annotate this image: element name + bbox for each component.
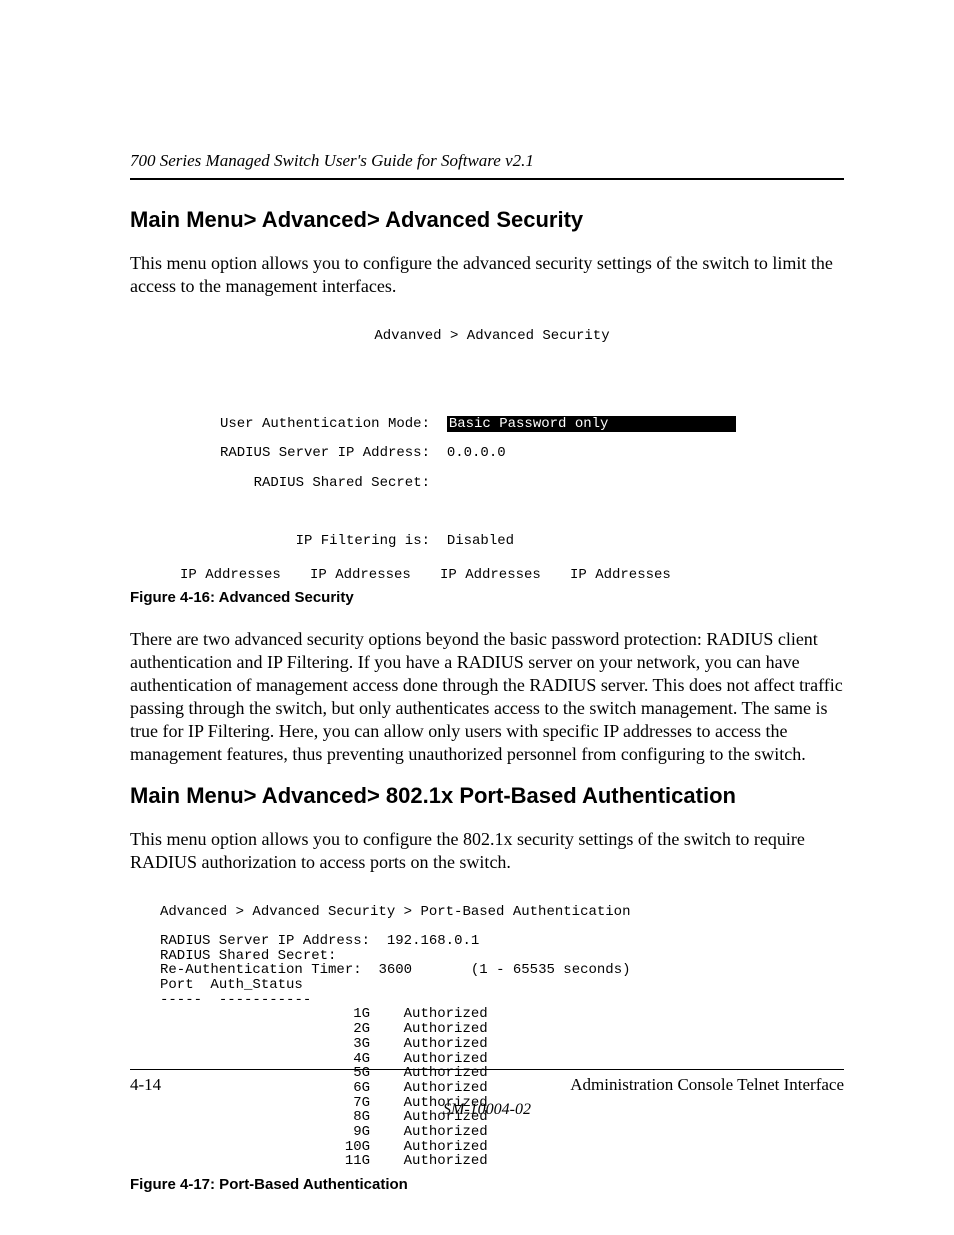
- footer-right-text: Administration Console Telnet Interface: [570, 1074, 844, 1096]
- doc-number: SM-10004-02: [130, 1100, 844, 1120]
- radius-secret-label-2: RADIUS Shared Secret:: [160, 948, 336, 964]
- col-dash-port: -----: [160, 992, 202, 1008]
- ip-address-columns: IP AddressesIP AddressesIP AddressesIP A…: [140, 568, 844, 583]
- ip-filtering-value: Disabled: [447, 534, 514, 549]
- radius-ip-value: 0.0.0.0: [447, 446, 506, 461]
- page: 700 Series Managed Switch User's Guide f…: [0, 0, 954, 1235]
- intro-paragraph-1: This menu option allows you to configure…: [130, 252, 844, 298]
- reauth-timer-value: 3600: [378, 962, 412, 978]
- radius-ip-value-2: 192.168.0.1: [387, 933, 513, 949]
- terminal-figure-4-17: Advanced > Advanced Security > Port-Base…: [160, 890, 844, 1169]
- footer-rule: [130, 1069, 844, 1070]
- radius-secret-label: RADIUS Shared Secret:: [140, 476, 430, 491]
- auth-mode-value: Basic Password only: [447, 416, 737, 432]
- header-rule: [130, 178, 844, 180]
- auth-mode-label: User Authentication Mode:: [140, 417, 430, 432]
- section-heading-advanced-security: Main Menu> Advanced> Advanced Security: [130, 206, 844, 234]
- ip-filtering-label: IP Filtering is:: [140, 534, 430, 549]
- figure-caption-4-17: Figure 4-17: Port-Based Authentication: [130, 1175, 844, 1194]
- terminal-figure-4-16: Advanved > Advanced Security User Authen…: [140, 314, 844, 582]
- section-heading-8021x: Main Menu> Advanced> 802.1x Port-Based A…: [130, 782, 844, 810]
- page-footer: 4-14 Administration Console Telnet Inter…: [130, 1069, 844, 1120]
- col-header-status: Auth_Status: [210, 977, 302, 993]
- reauth-timer-label: Re-Authentication Timer:: [160, 962, 362, 978]
- radius-ip-label: RADIUS Server IP Address:: [140, 446, 430, 461]
- figure-caption-4-16: Figure 4-16: Advanced Security: [130, 588, 844, 607]
- terminal-title-2: Advanced > Advanced Security > Port-Base…: [160, 904, 630, 920]
- radius-ip-label-2: RADIUS Server IP Address:: [160, 933, 370, 949]
- page-number: 4-14: [130, 1074, 161, 1096]
- col-header-port: Port: [160, 977, 194, 993]
- terminal-title: Advanved > Advanced Security: [140, 329, 844, 344]
- body-paragraph-security: There are two advanced security options …: [130, 628, 844, 766]
- col-dash-status: -----------: [219, 992, 311, 1008]
- running-header: 700 Series Managed Switch User's Guide f…: [130, 150, 844, 172]
- reauth-timer-range: (1 - 65535 seconds): [471, 962, 631, 978]
- intro-paragraph-2: This menu option allows you to configure…: [130, 828, 844, 874]
